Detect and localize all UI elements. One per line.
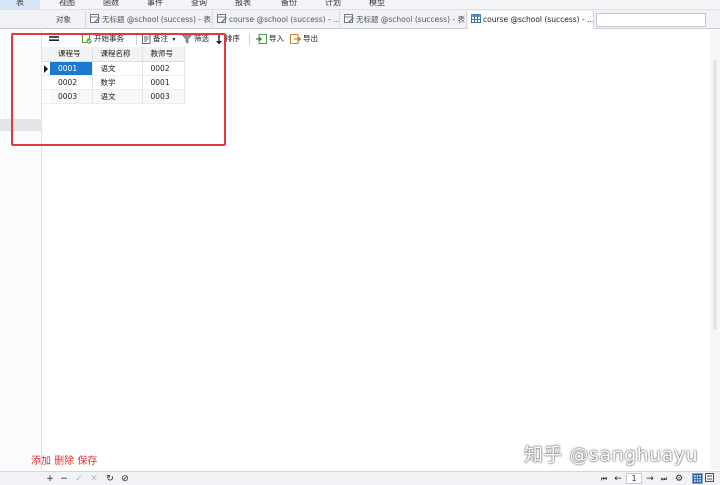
previous-page-icon[interactable]: ← — [612, 473, 624, 485]
first-page-icon[interactable]: ⏮ — [598, 473, 610, 485]
ribbon-tab-report[interactable]: 报表 — [226, 0, 260, 9]
page-number-field[interactable]: 1 — [626, 473, 642, 484]
table-edit-icon — [217, 14, 227, 23]
toolbar-divider — [249, 33, 250, 45]
tab-course-data[interactable]: course @school (success) - ... — [468, 11, 594, 29]
object-search-input[interactable] — [596, 13, 706, 27]
tab-objects[interactable]: 对象 — [42, 11, 86, 29]
tab-course-design[interactable]: course @school (success) - ... — [214, 11, 340, 29]
table-edit-icon — [344, 14, 354, 23]
import-button[interactable]: 导入 — [256, 32, 284, 46]
table-edit-icon — [90, 14, 100, 23]
ribbon-tab-query[interactable]: 查询 — [182, 0, 216, 9]
scrollbar-thumb[interactable] — [713, 60, 717, 330]
tab-label: 无标题 @school (success) - 表 — [356, 15, 465, 24]
annotation-text: 添加 删除 保存 — [31, 456, 98, 467]
record-status-bar: + − ✓ ✕ ↻ ⊘ ⏮ ← 1 → ⏭ ⚙ — [0, 471, 720, 485]
tab-label: 无标题 @school (success) - 表 — [102, 15, 211, 24]
tab-untitled-table-1[interactable]: 无标题 @school (success) - 表 — [87, 11, 213, 29]
gear-icon[interactable]: ⚙ — [673, 473, 685, 485]
tab-untitled-table-2[interactable]: 无标题 @school (success) - 表 — [341, 11, 467, 29]
ribbon-tab-model[interactable]: 模型 — [360, 0, 394, 9]
annotation-highlight-box — [11, 33, 226, 146]
editor-tab-strip: 对象 无标题 @school (success) - 表 course @sch… — [0, 10, 720, 29]
vertical-scrollbar[interactable] — [710, 30, 720, 470]
ribbon-tab-event[interactable]: 事件 — [138, 0, 172, 9]
table-grid-icon — [471, 14, 481, 23]
form-view-icon[interactable] — [705, 473, 716, 484]
apply-changes-icon[interactable]: ✓ — [73, 473, 85, 485]
ribbon-tab-backup[interactable]: 备份 — [272, 0, 306, 9]
add-record-icon[interactable]: + — [44, 473, 56, 485]
delete-record-icon[interactable]: − — [58, 473, 70, 485]
export-icon — [290, 34, 301, 44]
stop-icon[interactable]: ⊘ — [119, 473, 131, 485]
ribbon-tab-schedule[interactable]: 计划 — [316, 0, 350, 9]
tab-label: course @school (success) - ... — [229, 15, 340, 24]
export-button[interactable]: 导出 — [290, 32, 318, 46]
discard-changes-icon[interactable]: ✕ — [88, 473, 100, 485]
refresh-icon[interactable]: ↻ — [104, 473, 116, 485]
watermark: 知乎 @sanghuayu — [524, 444, 699, 466]
ribbon-menu: 表 视图 函数 事件 查询 报表 备份 计划 模型 — [0, 0, 720, 10]
ribbon-tab-table[interactable]: 表 — [0, 0, 40, 9]
sort-label: 排序 — [225, 34, 240, 43]
import-label: 导入 — [269, 34, 284, 43]
grid-view-icon[interactable] — [692, 473, 703, 484]
last-page-icon[interactable]: ⏭ — [658, 473, 670, 485]
ribbon-tab-view[interactable]: 视图 — [50, 0, 84, 9]
ribbon-tab-function[interactable]: 函数 — [94, 0, 128, 9]
tab-label: course @school (success) - ... — [483, 15, 594, 24]
import-icon — [256, 34, 267, 44]
export-label: 导出 — [303, 34, 318, 43]
next-page-icon[interactable]: → — [644, 473, 656, 485]
